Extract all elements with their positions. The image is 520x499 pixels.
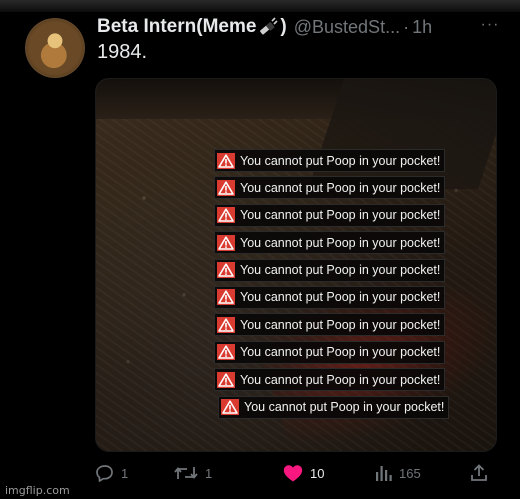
views-button[interactable]: 165 xyxy=(375,460,421,486)
notification: You cannot put Poop in your pocket! xyxy=(214,368,446,392)
imgflip-watermark: imgflip.com xyxy=(5,484,70,497)
notification-text: You cannot put Poop in your pocket! xyxy=(240,317,441,332)
separator-dot: · xyxy=(403,16,410,37)
share-button[interactable] xyxy=(469,460,489,486)
warning-icon xyxy=(217,262,235,279)
notification-stack: You cannot put Poop in your pocket! You … xyxy=(214,149,496,423)
warning-icon xyxy=(217,152,235,169)
heart-icon xyxy=(283,465,303,482)
notification: You cannot put Poop in your pocket! xyxy=(214,285,446,309)
notification-text: You cannot put Poop in your pocket! xyxy=(240,345,441,360)
notification: You cannot put Poop in your pocket! xyxy=(214,313,446,337)
notification: You cannot put Poop in your pocket! xyxy=(218,395,450,419)
share-icon xyxy=(471,464,487,481)
notification-text: You cannot put Poop in your pocket! xyxy=(240,372,441,387)
retweet-count: 1 xyxy=(205,465,213,481)
notification: You cannot put Poop in your pocket! xyxy=(214,231,446,255)
notification: You cannot put Poop in your pocket! xyxy=(214,176,446,200)
notification: You cannot put Poop in your pocket! xyxy=(214,149,446,172)
notification: You cannot put Poop in your pocket! xyxy=(214,203,446,227)
notification: You cannot put Poop in your pocket! xyxy=(214,258,446,282)
views-count: 165 xyxy=(399,465,421,481)
notification-text: You cannot put Poop in your pocket! xyxy=(240,208,441,223)
notification-text: You cannot put Poop in your pocket! xyxy=(240,235,441,250)
reply-icon xyxy=(96,465,113,482)
notification-text: You cannot put Poop in your pocket! xyxy=(240,290,441,305)
like-count: 10 xyxy=(310,465,325,481)
avatar[interactable] xyxy=(25,18,85,78)
views-chart-icon xyxy=(376,466,392,481)
like-button[interactable]: 10 xyxy=(282,460,324,486)
reply-count: 1 xyxy=(121,465,129,481)
timestamp[interactable]: 1h xyxy=(412,17,432,38)
retweet-button[interactable]: 1 xyxy=(173,460,212,486)
warning-icon xyxy=(217,179,235,196)
notification-text: You cannot put Poop in your pocket! xyxy=(244,400,445,415)
retweet-icon xyxy=(174,467,198,479)
display-name-close: ) xyxy=(280,16,287,37)
warning-icon xyxy=(217,289,235,306)
reply-button[interactable]: 1 xyxy=(95,460,128,486)
tweet-actions: 1 1 10 165 xyxy=(95,460,495,486)
electric-plug-icon xyxy=(260,17,278,35)
notification-text: You cannot put Poop in your pocket! xyxy=(240,153,441,168)
media-image[interactable]: You cannot put Poop in your pocket! You … xyxy=(95,78,497,452)
warning-icon xyxy=(217,344,235,361)
notification: You cannot put Poop in your pocket! xyxy=(214,340,446,364)
notification-text: You cannot put Poop in your pocket! xyxy=(240,263,441,278)
tweet-text: 1984. xyxy=(97,41,148,63)
tweet: Beta Intern(Meme ) @BustedSt... · 1h ···… xyxy=(0,0,520,499)
notification-text: You cannot put Poop in your pocket! xyxy=(240,180,441,195)
warning-icon xyxy=(217,316,235,333)
warning-icon xyxy=(217,234,235,251)
warning-icon xyxy=(217,207,235,224)
more-options-icon[interactable]: ··· xyxy=(478,16,502,36)
warning-icon xyxy=(221,399,239,416)
warning-icon xyxy=(217,371,235,388)
display-name[interactable]: Beta Intern(Meme xyxy=(97,16,256,38)
user-handle[interactable]: @BustedSt... xyxy=(294,17,400,38)
tweet-header: Beta Intern(Meme ) @BustedSt... · 1h ··· xyxy=(97,14,502,40)
